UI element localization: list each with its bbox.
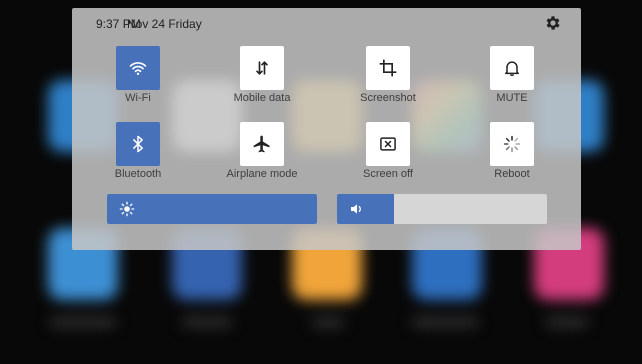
brightness-slider[interactable] bbox=[107, 194, 317, 224]
toggle-label: Reboot bbox=[494, 168, 530, 180]
quick-settings-panel: 9:37 PM Nov 24 Friday Wi-Fi Mobile data bbox=[72, 8, 581, 250]
toggle-label: Wi-Fi bbox=[125, 92, 151, 104]
volume-icon bbox=[349, 201, 365, 217]
mobile-data-icon bbox=[240, 46, 284, 90]
toggle-label: MUTE bbox=[496, 92, 528, 104]
volume-slider[interactable] bbox=[337, 194, 547, 224]
screen-off-icon bbox=[366, 122, 410, 166]
toggle-label: Bluetooth bbox=[114, 168, 162, 180]
toggle-airplane[interactable]: Airplane mode bbox=[220, 122, 300, 192]
volume-slider-fill bbox=[337, 194, 394, 224]
reboot-icon bbox=[490, 122, 534, 166]
brightness-icon bbox=[119, 201, 135, 217]
gear-icon[interactable] bbox=[544, 14, 562, 32]
bell-icon bbox=[490, 46, 534, 90]
brightness-slider-fill bbox=[107, 194, 317, 224]
toggle-mobile-data[interactable]: Mobile data bbox=[220, 46, 300, 116]
status-date: Nov 24 Friday bbox=[127, 17, 202, 31]
toggle-label: Mobile data bbox=[233, 92, 291, 104]
wifi-icon bbox=[116, 46, 160, 90]
toggle-label: Screen off bbox=[363, 168, 413, 180]
toggle-bluetooth[interactable]: Bluetooth bbox=[96, 122, 176, 192]
toggle-screen-off[interactable]: Screen off bbox=[346, 122, 426, 192]
toggle-reboot[interactable]: Reboot bbox=[470, 122, 550, 192]
crop-icon bbox=[366, 46, 410, 90]
toggle-wifi[interactable]: Wi-Fi bbox=[96, 46, 176, 116]
toggle-screenshot[interactable]: Screenshot bbox=[346, 46, 426, 116]
bluetooth-icon bbox=[116, 122, 160, 166]
toggle-label: Screenshot bbox=[360, 92, 416, 104]
airplane-icon bbox=[240, 122, 284, 166]
toggle-mute[interactable]: MUTE bbox=[470, 46, 550, 116]
toggle-label: Airplane mode bbox=[226, 168, 298, 180]
